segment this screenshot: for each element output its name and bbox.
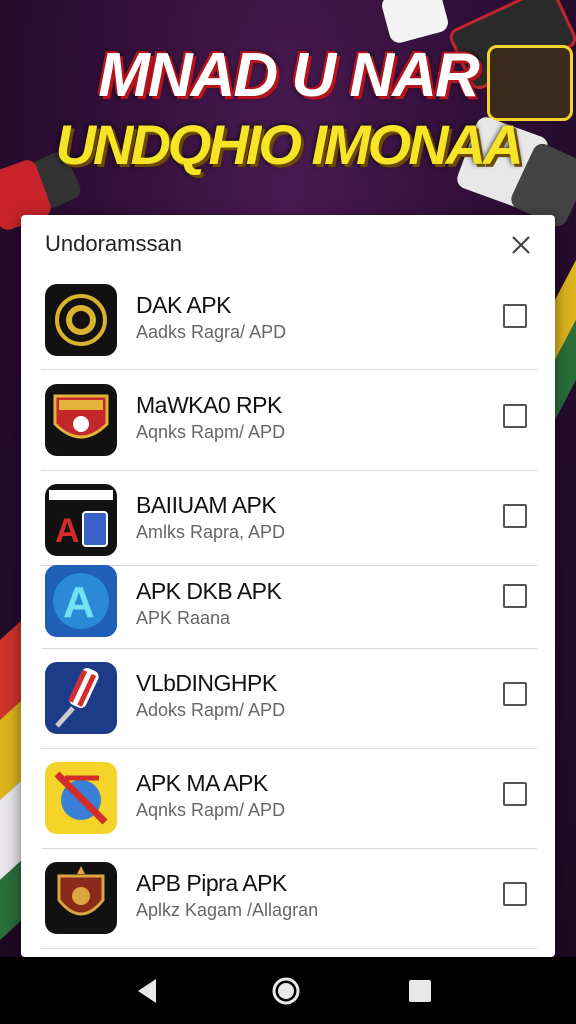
- svg-text:A: A: [55, 512, 80, 550]
- app-name: BAIIUAM APK: [136, 492, 277, 518]
- laurel-badge-icon: [45, 284, 117, 356]
- brush-icon: [45, 662, 117, 734]
- list-item[interactable]: VLbDINGHPK Adoks Rapm/ APD: [41, 648, 537, 749]
- recents-icon: [409, 980, 431, 1002]
- list-item[interactable]: DAK APK Aadks Ragra/ APD: [41, 270, 537, 370]
- app-subtitle: Aqnks Rapm/ APD: [136, 422, 286, 442]
- home-button[interactable]: [270, 975, 302, 1007]
- app-subtitle: Aqnks Rapm/ APD: [136, 800, 286, 820]
- promo-banner: MNAD U NAR UNDQHIO IMONAA: [0, 40, 576, 176]
- app-checkbox[interactable]: [503, 882, 527, 906]
- close-button[interactable]: [507, 231, 535, 259]
- svg-text:A: A: [63, 578, 95, 627]
- recents-button[interactable]: [404, 975, 436, 1007]
- app-checkbox[interactable]: [503, 584, 527, 608]
- app-checkbox[interactable]: [503, 782, 527, 806]
- app-name: DAK APK: [136, 292, 231, 318]
- app-subtitle: APK Raana: [136, 608, 231, 628]
- crest-shield-icon: [45, 862, 117, 934]
- home-icon: [272, 977, 300, 1005]
- app-checkbox[interactable]: [503, 682, 527, 706]
- list-item[interactable]: A APK DKB APK APK Raana: [41, 560, 537, 649]
- app-subtitle: Aadks Ragra/ APD: [136, 322, 287, 342]
- list-item[interactable]: APB Pipra APK Aplkz Kagam /Allagran: [41, 848, 537, 949]
- list-item[interactable]: A BAIIUAM APK Amlks Rapra, APD: [41, 470, 537, 566]
- list-item[interactable]: MaWKA0 RPK Aqnks Rapm/ APD: [41, 370, 537, 471]
- app-name: VLbDINGHPK: [136, 670, 277, 696]
- dialog-header: Undoramssan: [21, 215, 555, 275]
- app-select-dialog: Undoramssan DAK APK Aadks Ragra/ APD MaW…: [21, 215, 555, 957]
- app-subtitle: Adoks Rapm/ APD: [136, 700, 286, 720]
- app-checkbox[interactable]: [503, 504, 527, 528]
- list-item[interactable]: APK MA APK Aqnks Rapm/ APD: [41, 748, 537, 849]
- red-shield-icon: [45, 384, 117, 456]
- floating-app-tile: [379, 0, 451, 45]
- ab-store-icon: A: [45, 484, 117, 556]
- app-subtitle: Aplkz Kagam /Allagran: [136, 900, 319, 920]
- app-subtitle: Amlks Rapra, APD: [136, 522, 286, 542]
- close-icon: [512, 236, 530, 254]
- banner-subtitle: UNDQHIO IMONAA: [55, 113, 523, 176]
- app-name: APB Pipra APK: [136, 870, 287, 896]
- system-navigation-bar: [0, 957, 576, 1024]
- back-icon: [138, 979, 156, 1003]
- app-checkbox[interactable]: [503, 304, 527, 328]
- app-name: APK MA APK: [136, 770, 268, 796]
- app-checkbox[interactable]: [503, 404, 527, 428]
- dialog-title: Undoramssan: [45, 231, 182, 256]
- back-button[interactable]: [132, 975, 164, 1007]
- app-name: APK DKB APK: [136, 578, 282, 604]
- banner-title: MNAD U NAR: [98, 41, 480, 110]
- crossed-globe-icon: [45, 762, 117, 834]
- blue-a-icon: A: [45, 565, 117, 637]
- app-name: MaWKA0 RPK: [136, 392, 282, 418]
